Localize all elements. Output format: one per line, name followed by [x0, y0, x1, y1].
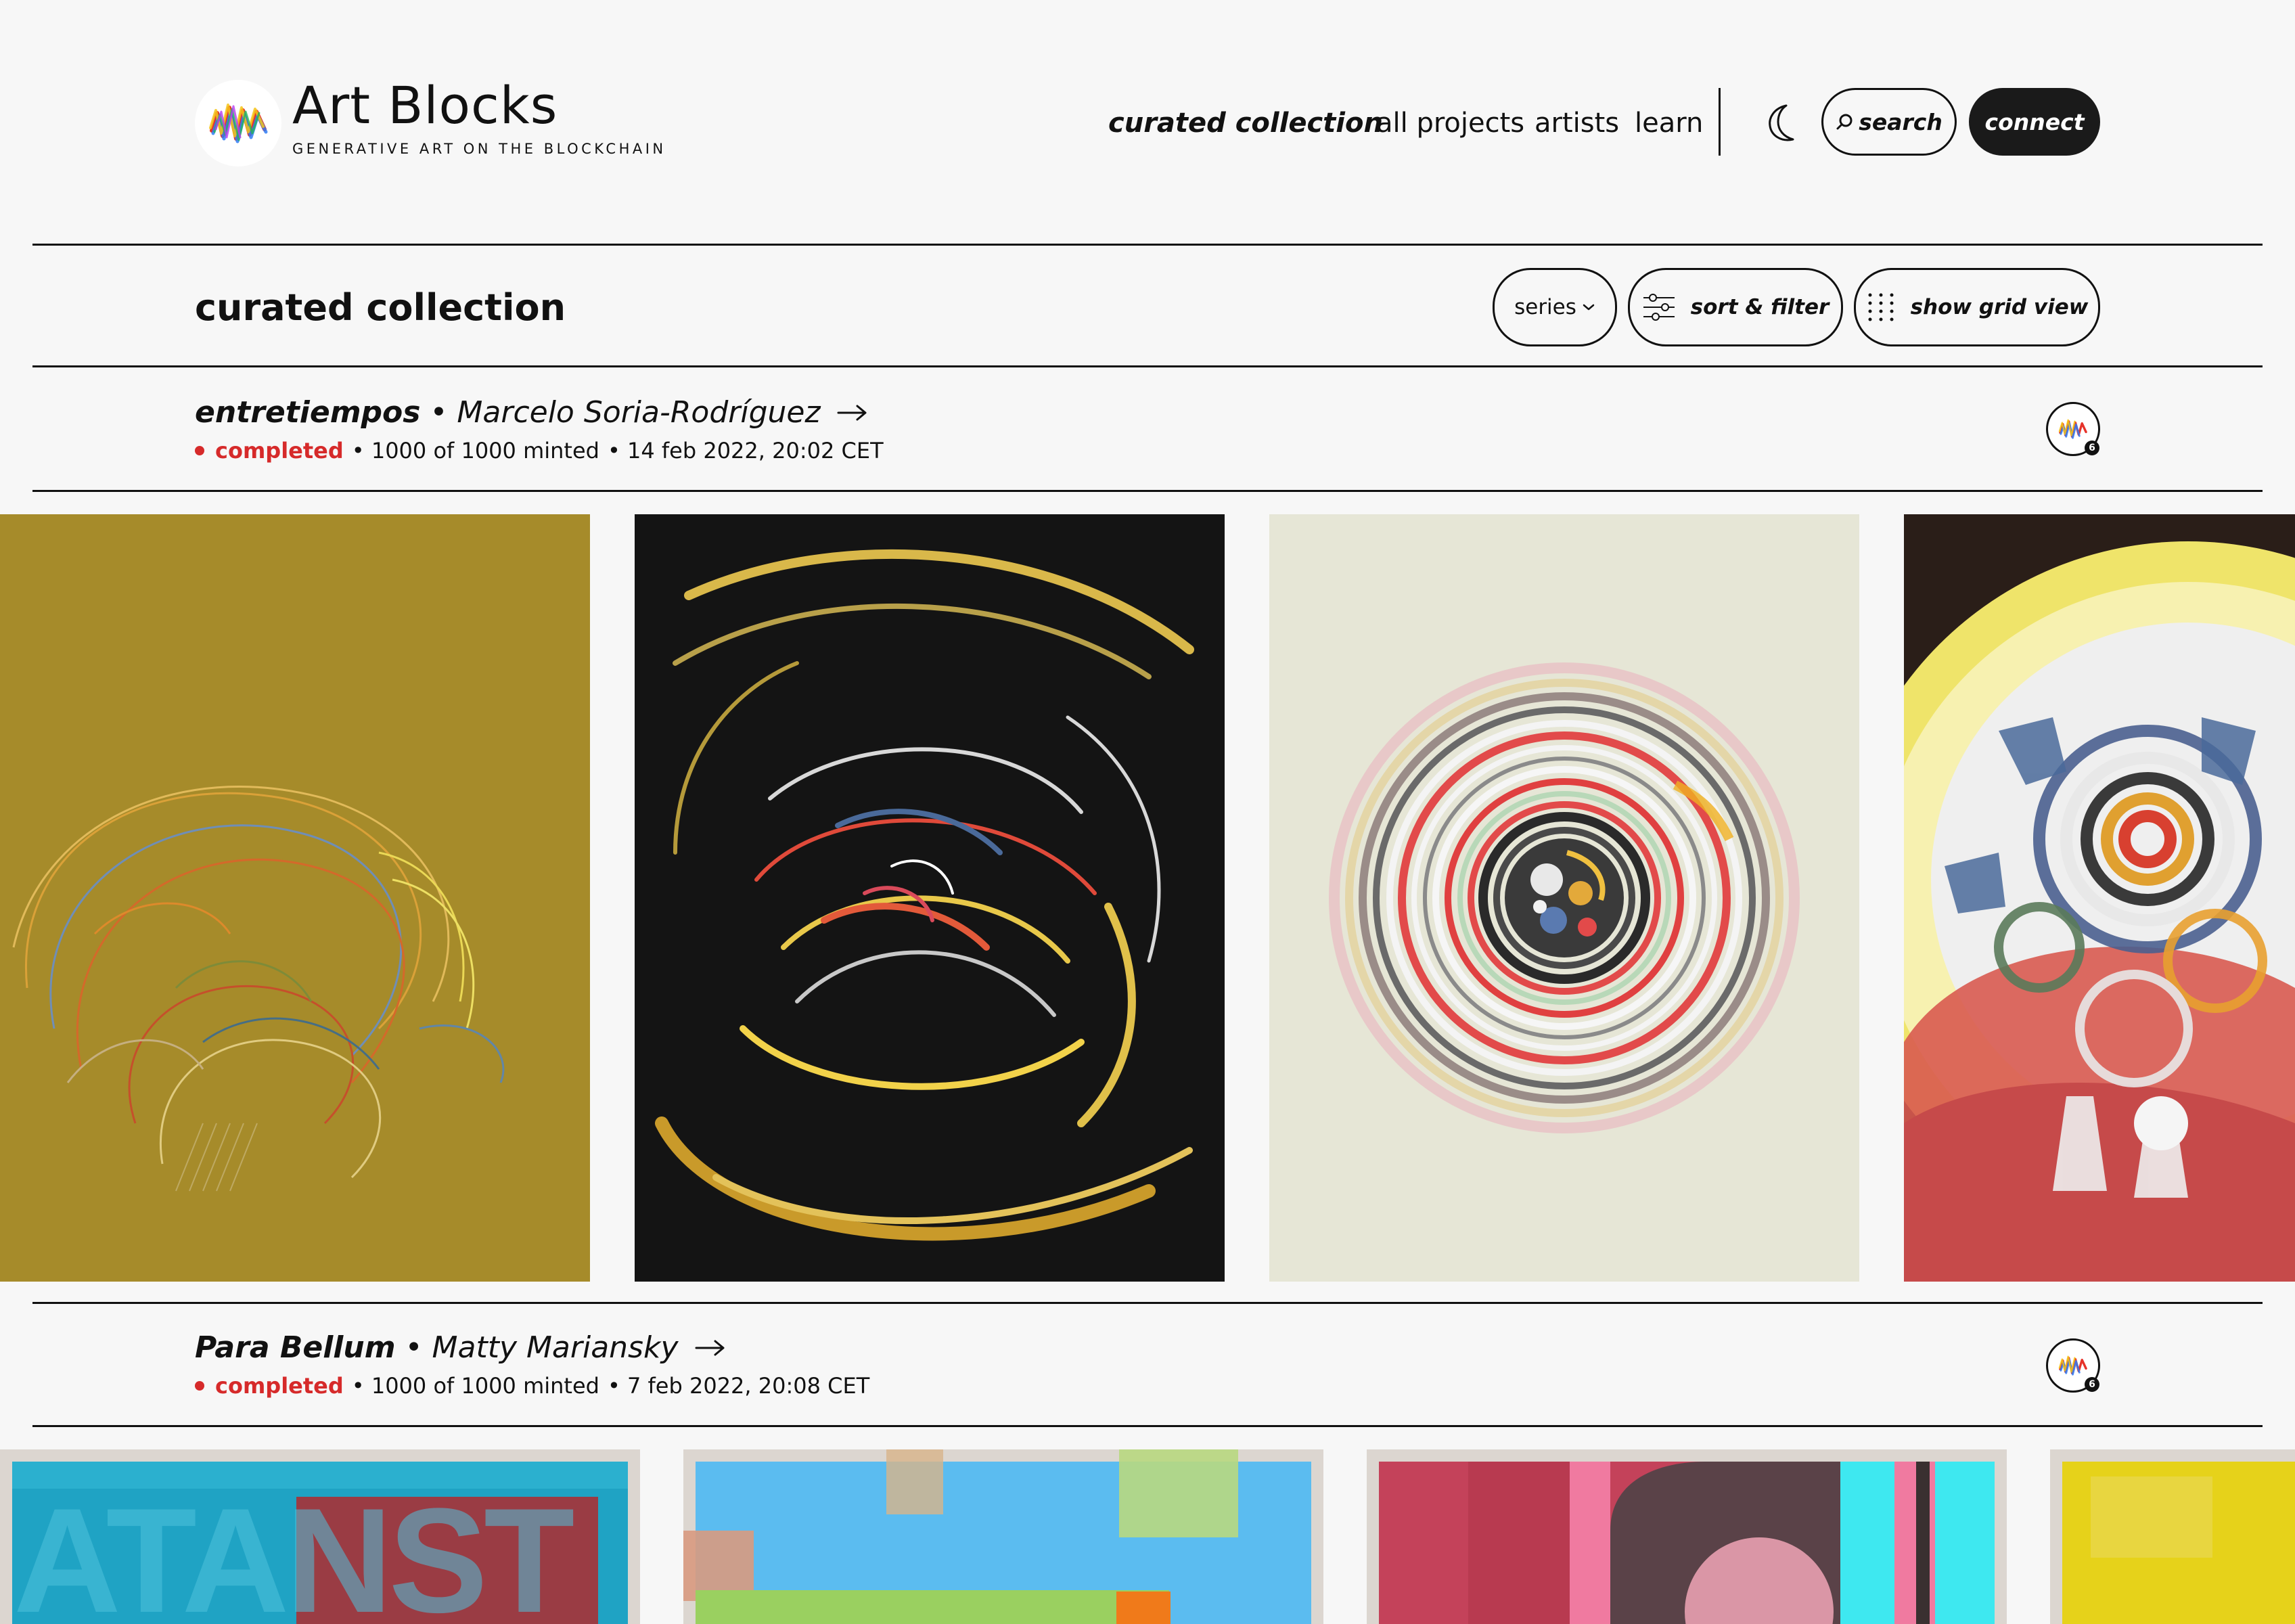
brand-name[interactable]: Art Blocks — [292, 80, 558, 131]
artwork-image — [0, 514, 590, 1282]
sliders-icon — [1643, 294, 1675, 321]
artwork-image: ATANST — [0, 1449, 640, 1624]
page-title: curated collection — [195, 286, 566, 329]
series-label: series — [1514, 295, 1576, 319]
search-icon — [1836, 114, 1853, 130]
curated-badge[interactable]: 6 — [2046, 1338, 2100, 1393]
project-artist: Marcelo Soria-Rodríguez — [457, 395, 821, 430]
sort-filter-button[interactable]: sort & filter — [1628, 268, 1843, 346]
search-button[interactable]: search — [1821, 88, 1957, 156]
series-dropdown[interactable]: series — [1493, 268, 1617, 346]
artwork-thumbnail[interactable]: ATANST — [0, 1449, 640, 1624]
status-dot — [195, 1381, 204, 1391]
artwork-lettering: ATANST — [14, 1477, 574, 1624]
status-label: completed — [215, 1373, 344, 1399]
nav-all-projects[interactable]: all projects — [1376, 103, 1524, 143]
artwork-thumbnail[interactable] — [635, 514, 1225, 1282]
artwork-image — [1367, 1449, 2007, 1624]
moon-icon — [1769, 104, 1794, 141]
curated-badge-icon — [2058, 1355, 2087, 1376]
artwork-image — [635, 514, 1225, 1282]
project-meta: completed • 1000 of 1000 minted • 14 feb… — [195, 436, 884, 466]
artwork-image — [1904, 514, 2295, 1282]
mint-date: • 14 feb 2022, 20:02 CET — [607, 438, 884, 464]
artwork-image — [2050, 1449, 2295, 1624]
curated-badge[interactable]: 6 — [2046, 402, 2100, 456]
artwork-thumbnail[interactable] — [1904, 514, 2295, 1282]
arrow-right-icon — [837, 405, 867, 421]
nav-curated-collection[interactable]: curated collection — [1108, 103, 1383, 143]
section-divider — [32, 365, 2263, 367]
curated-badge-icon — [2058, 419, 2087, 439]
artwork-thumbnail[interactable] — [1269, 514, 1859, 1282]
chevron-down-icon — [1583, 304, 1595, 311]
arrow-right-icon — [695, 1340, 725, 1356]
status-label: completed — [215, 438, 344, 464]
project-name: entretiempos — [195, 395, 421, 430]
artwork-image — [1269, 514, 1859, 1282]
artwork-thumbnail[interactable] — [0, 514, 590, 1282]
project-title-link[interactable]: Para Bellum • Matty Mariansky — [195, 1328, 726, 1368]
mint-date: • 7 feb 2022, 20:08 CET — [607, 1373, 870, 1399]
sort-filter-label: sort & filter — [1690, 295, 1830, 319]
grid-view-label: show grid view — [1910, 295, 2089, 319]
project-name: Para Bellum — [195, 1330, 396, 1365]
brand-tagline: GENERATIVE ART ON THE BLOCKCHAIN — [292, 141, 666, 157]
theme-toggle-button[interactable] — [1763, 102, 1798, 145]
artwork-thumbnail[interactable] — [1367, 1449, 2007, 1624]
show-grid-view-button[interactable]: show grid view — [1854, 268, 2100, 346]
artwork-thumbnail[interactable] — [2050, 1449, 2295, 1624]
project-divider — [32, 1425, 2263, 1427]
project-artist: Matty Mariansky — [432, 1330, 679, 1365]
nav-learn[interactable]: learn — [1635, 103, 1703, 143]
nav-divider — [1719, 88, 1721, 156]
project-divider — [32, 1302, 2263, 1304]
badge-count: 6 — [2085, 441, 2099, 455]
art-blocks-logo[interactable] — [195, 80, 281, 166]
project-meta: completed • 1000 of 1000 minted • 7 feb … — [195, 1371, 869, 1401]
title-separator: • — [405, 1330, 423, 1365]
artwork-thumbnail[interactable] — [683, 1449, 1323, 1624]
project-title-link[interactable]: entretiempos • Marcelo Soria-Rodríguez — [195, 392, 868, 433]
logo-wave-icon — [209, 104, 268, 143]
minted-count: • 1000 of 1000 minted — [351, 438, 599, 464]
project-divider — [32, 490, 2263, 492]
search-label: search — [1859, 108, 1942, 135]
grid-dots-icon — [1868, 293, 1894, 321]
header-divider — [32, 244, 2263, 246]
connect-button[interactable]: connect — [1969, 88, 2100, 156]
artwork-image — [683, 1449, 1323, 1624]
badge-count: 6 — [2085, 1377, 2099, 1392]
status-dot — [195, 446, 204, 455]
title-separator: • — [430, 395, 448, 430]
minted-count: • 1000 of 1000 minted — [351, 1373, 599, 1399]
nav-artists[interactable]: artists — [1535, 103, 1619, 143]
